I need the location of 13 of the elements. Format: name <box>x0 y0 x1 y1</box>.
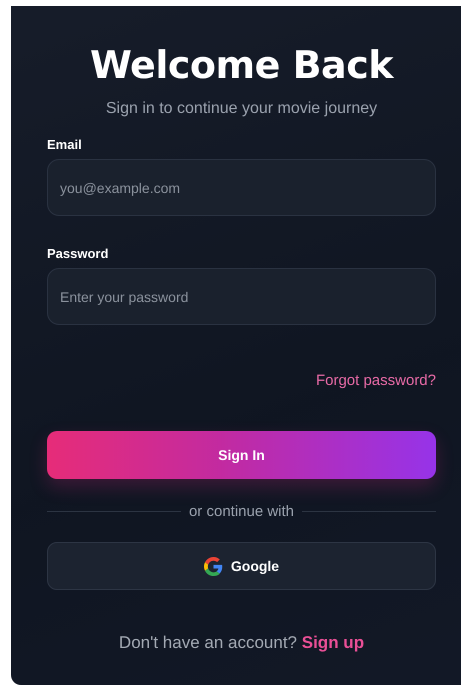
google-button[interactable]: Google <box>47 542 436 590</box>
field-label: Password <box>47 246 110 262</box>
field-label: Email <box>47 137 83 153</box>
input-field[interactable]: Enter your password <box>47 268 436 325</box>
signup-prompt: Don't have an account? Sign up <box>118 632 366 654</box>
google-icon <box>204 556 223 576</box>
page-title: Welcome Back <box>89 42 395 88</box>
input-field[interactable]: you@example.com <box>47 159 436 216</box>
subtitle: Sign in to continue your movie journey <box>104 99 378 119</box>
forgot-password-link[interactable]: Forgot password? <box>316 371 436 391</box>
sign-in-button[interactable]: Sign In <box>47 431 436 479</box>
divider-text: or continue with <box>188 503 294 520</box>
sign-up-link[interactable]: Sign up <box>302 633 364 652</box>
